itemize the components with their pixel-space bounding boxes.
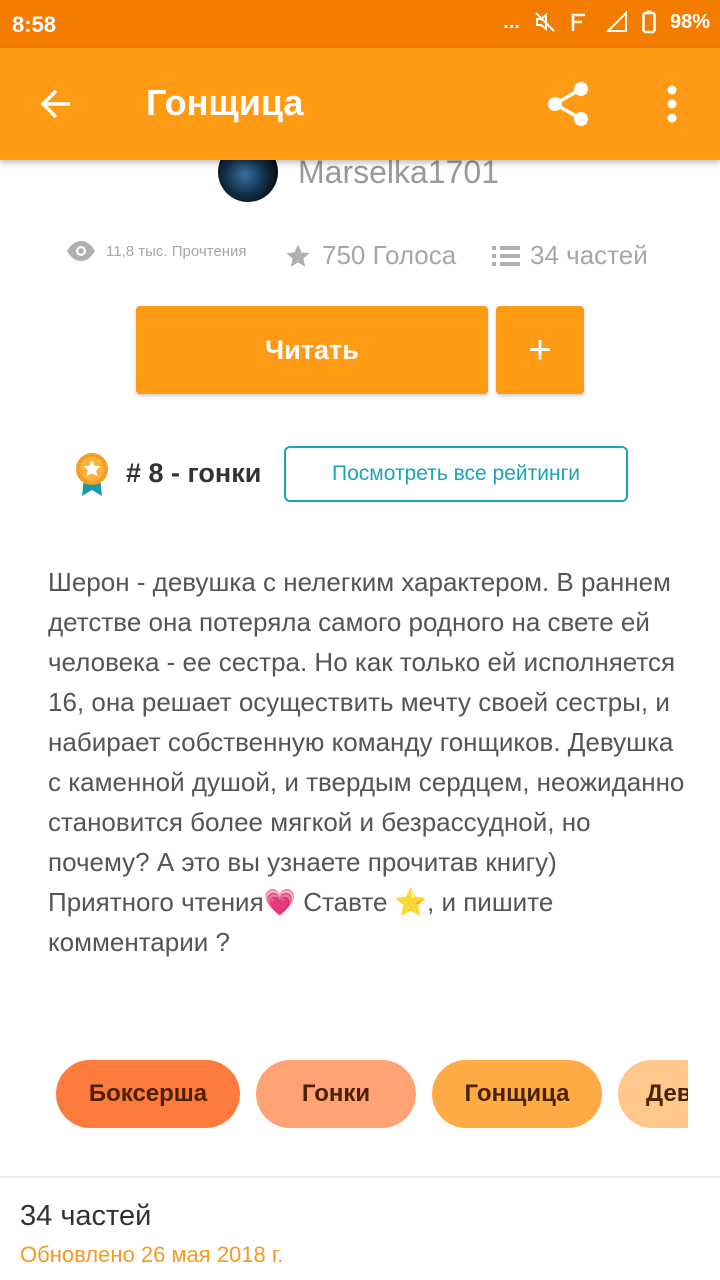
votes-stat: 750 Голоса: [284, 240, 456, 271]
battery-icon: [642, 10, 656, 34]
ranking-text: # 8 - гонки: [126, 458, 262, 488]
votes-count: 750 Голоса: [322, 240, 457, 270]
share-button[interactable]: [540, 76, 596, 132]
share-icon: [548, 82, 588, 126]
back-arrow-icon: [40, 89, 70, 119]
reads-count: 11,8 тыс. Прочтения: [106, 242, 247, 260]
read-button[interactable]: Читать: [136, 306, 488, 394]
star-icon: [284, 242, 312, 270]
battery-percent: 98%: [669, 10, 710, 33]
more-options-button[interactable]: [652, 76, 692, 132]
app-bar: Гонщица: [0, 48, 720, 160]
divider: [0, 1176, 720, 1178]
more-vert-icon: [667, 85, 677, 123]
reads-stat: 11,8 тыс. Прочтения: [66, 240, 247, 262]
tag-chip[interactable]: Боксерша: [56, 1060, 240, 1128]
parts-count[interactable]: 34 частей: [20, 1200, 151, 1233]
medal-icon: [72, 452, 112, 498]
story-description: Шерон - девушка с нелегким характером. В…: [48, 567, 685, 957]
status-time: 8:58: [12, 12, 57, 37]
add-to-library-button[interactable]: +: [496, 306, 584, 394]
cell-signal-icon: [605, 11, 628, 33]
story-stats: 11,8 тыс. Прочтения 750 Голоса 34 частей: [66, 240, 676, 276]
parts-count-stat: 34 частей: [530, 240, 648, 270]
status-icons: ... 98%: [503, 10, 710, 34]
notification-dots: ...: [503, 10, 520, 33]
tag-chip[interactable]: Гонки: [256, 1060, 416, 1128]
list-icon: [492, 244, 520, 268]
signal-icon: [570, 11, 592, 33]
status-bar: 8:58 ... 98%: [0, 0, 720, 48]
eye-icon: [66, 240, 96, 262]
parts-stat: 34 частей: [492, 240, 648, 271]
tags-list: Боксерша Гонки Гонщица Дев: [56, 1060, 688, 1128]
tag-chip[interactable]: Гонщица: [432, 1060, 602, 1128]
view-all-rankings-button[interactable]: Посмотреть все рейтинги: [284, 446, 628, 502]
mute-icon: [534, 11, 556, 33]
page-title: Гонщица: [146, 82, 304, 123]
back-button[interactable]: [26, 76, 86, 132]
updated-date: Обновлено 26 мая 2018 г.: [20, 1242, 284, 1267]
tag-chip[interactable]: Дев: [618, 1060, 688, 1128]
